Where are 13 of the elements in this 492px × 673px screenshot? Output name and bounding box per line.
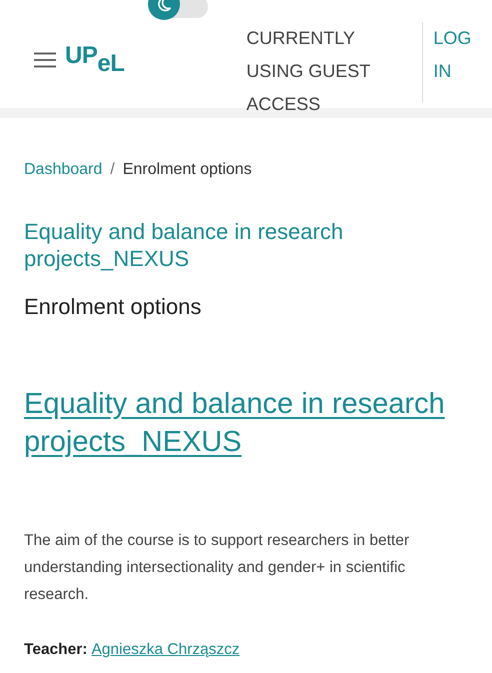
breadcrumb-link[interactable]: Dashboard <box>24 158 102 182</box>
breadcrumb-current: Enrolment options <box>122 160 252 180</box>
moon-icon <box>156 0 172 12</box>
page-heading: Enrolment options <box>24 293 202 321</box>
course-summary: The aim of the course is to support researchers in better understanding intersectionality and gender+ in scientific research. <box>24 531 410 605</box>
dark-mode-toggle[interactable] <box>148 0 208 18</box>
guest-access-notice: CURRENTLY USING GUEST ACCESS <box>246 27 372 116</box>
course-link[interactable]: Equality and balance in research projects_NEXUS <box>24 385 476 461</box>
teacher-link[interactable]: Agnieszka Chrząszcz <box>91 638 240 662</box>
course-title: Equality and balance in research projects_NEXUS <box>24 218 344 272</box>
login-link[interactable]: LOG IN <box>433 22 474 88</box>
breadcrumb-separator: / <box>110 160 115 180</box>
teacher-label: Teacher: <box>24 640 88 660</box>
